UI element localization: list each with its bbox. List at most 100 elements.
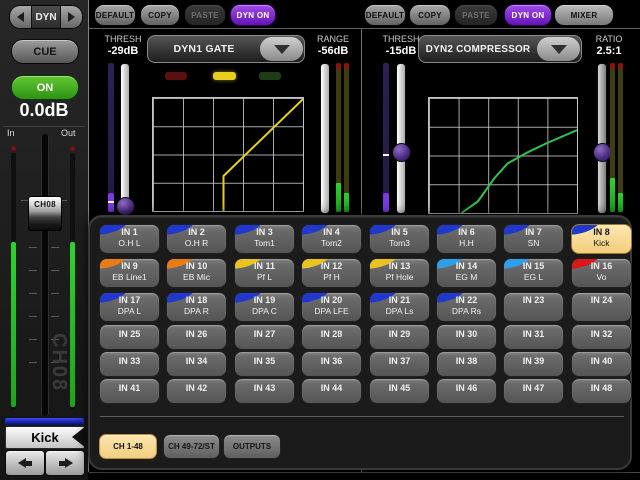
- channel-grid: IN 1O.H LIN 2O.H RIN 3Tom1IN 4Tom2IN 5To…: [90, 217, 630, 468]
- channel-button[interactable]: IN 14EG M: [436, 258, 497, 288]
- channel-button[interactable]: IN 19DPA C: [234, 292, 295, 322]
- channel-button[interactable]: IN 34: [166, 351, 227, 377]
- channel-button[interactable]: IN 36: [301, 351, 362, 377]
- prev-channel-button[interactable]: [5, 450, 45, 476]
- channel-button[interactable]: IN 21DPA Ls: [369, 292, 430, 322]
- channel-button[interactable]: IN 16Vo: [571, 258, 632, 288]
- dyn2-type-label: DYN2 COMPRESSOR: [419, 44, 537, 55]
- channel-id: IN 36: [321, 356, 343, 367]
- channel-button[interactable]: IN 41: [99, 378, 160, 404]
- channel-button[interactable]: IN 24: [571, 292, 632, 322]
- channel-button[interactable]: IN 40: [571, 351, 632, 377]
- channel-button[interactable]: IN 39: [503, 351, 564, 377]
- channel-button[interactable]: IN 44: [301, 378, 362, 404]
- channel-button[interactable]: IN 6H.H: [436, 224, 497, 254]
- in-meter-fill: [11, 242, 16, 407]
- dyn2-key-meter: [383, 63, 389, 212]
- channel-button[interactable]: IN 5Tom3: [369, 224, 430, 254]
- dyn2-ratio-slider[interactable]: [597, 63, 607, 214]
- channel-button[interactable]: IN 4Tom2: [301, 224, 362, 254]
- out-meter-fill: [70, 242, 75, 407]
- channel-id: IN 32: [591, 329, 613, 340]
- left-arrow-icon: [18, 458, 33, 468]
- channel-id: IN 14: [456, 261, 478, 272]
- tab-outputs[interactable]: OUTPUTS: [223, 434, 281, 459]
- gate-led-green: [259, 72, 281, 80]
- dyn2-on-button[interactable]: DYN ON: [504, 4, 552, 26]
- channel-button[interactable]: IN 32: [571, 324, 632, 350]
- channel-button[interactable]: IN 1O.H L: [99, 224, 160, 254]
- selector-next-button[interactable]: [61, 6, 82, 28]
- channel-button[interactable]: IN 43: [234, 378, 295, 404]
- channel-label: DPA Ls: [386, 306, 414, 316]
- dyn2-paste-button[interactable]: PASTE: [454, 4, 498, 26]
- dyn1-thresh-slider[interactable]: [120, 63, 130, 214]
- channel-button[interactable]: IN 30: [436, 324, 497, 350]
- channel-label: Pf Hole: [386, 272, 414, 282]
- next-channel-button[interactable]: [45, 450, 85, 476]
- channel-button[interactable]: IN 9EB Line1: [99, 258, 160, 288]
- channel-button[interactable]: IN 31: [503, 324, 564, 350]
- tab-ch-49-72-st[interactable]: CH 49-72/ST: [163, 434, 220, 459]
- mixer-button[interactable]: MIXER: [554, 4, 614, 26]
- dyn1-type-selector[interactable]: DYN1 GATE: [147, 35, 305, 63]
- dyn1-copy-button[interactable]: COPY: [140, 4, 180, 26]
- dyn1-default-button[interactable]: DEFAULT: [94, 4, 136, 26]
- dyn2-copy-button[interactable]: COPY: [409, 4, 451, 26]
- channel-strip: DYN CUE ON 0.0dB In Out CH08 CH08 Kick: [0, 0, 88, 480]
- channel-label: DPA LFE: [314, 306, 348, 316]
- channel-label: Pf H: [323, 272, 340, 282]
- dyn1-range-slider[interactable]: [320, 63, 330, 214]
- channel-button[interactable]: IN 29: [369, 324, 430, 350]
- channel-button[interactable]: IN 7SN: [503, 224, 564, 254]
- channel-button[interactable]: IN 37: [369, 351, 430, 377]
- dyn1-thresh-knob[interactable]: [116, 197, 135, 216]
- channel-id: IN 20: [321, 295, 343, 306]
- channel-button[interactable]: IN 10EB Mic: [166, 258, 227, 288]
- cue-button[interactable]: CUE: [11, 39, 79, 64]
- channel-button[interactable]: IN 47: [503, 378, 564, 404]
- dyn2-thresh-slider[interactable]: [396, 63, 406, 214]
- channel-button[interactable]: IN 18DPA R: [166, 292, 227, 322]
- divider: [100, 416, 624, 417]
- channel-button[interactable]: IN 46: [436, 378, 497, 404]
- dyn1-paste-button[interactable]: PASTE: [184, 4, 226, 26]
- tab-ch-1-48[interactable]: CH 1-48: [99, 434, 157, 459]
- channel-name: Kick: [31, 430, 58, 445]
- on-button[interactable]: ON: [11, 75, 79, 100]
- out-clip-led: [70, 146, 75, 151]
- range-label: RANGE: [308, 34, 358, 44]
- channel-button[interactable]: IN 45: [369, 378, 430, 404]
- selector-prev-button[interactable]: [10, 6, 31, 28]
- channel-button[interactable]: IN 26: [166, 324, 227, 350]
- channel-id: IN 39: [523, 356, 545, 367]
- channel-button[interactable]: IN 28: [301, 324, 362, 350]
- dyn2-thresh-knob[interactable]: [392, 143, 411, 162]
- dyn2-default-button[interactable]: DEFAULT: [364, 4, 406, 26]
- channel-id: IN 13: [389, 261, 411, 272]
- dyn2-type-selector[interactable]: DYN2 COMPRESSOR: [418, 35, 582, 63]
- channel-button[interactable]: IN 13Pf Hole: [369, 258, 430, 288]
- channel-button[interactable]: IN 12Pf H: [301, 258, 362, 288]
- channel-button[interactable]: IN 42: [166, 378, 227, 404]
- channel-button[interactable]: IN 48: [571, 378, 632, 404]
- dyn2-gr-meter-1: [610, 63, 615, 212]
- fader-handle[interactable]: CH08: [28, 196, 62, 231]
- selector-label-text: DYN: [35, 12, 56, 23]
- channel-button[interactable]: IN 38: [436, 351, 497, 377]
- channel-button[interactable]: IN 35: [234, 351, 295, 377]
- channel-button[interactable]: IN 25: [99, 324, 160, 350]
- channel-button[interactable]: IN 11Pf L: [234, 258, 295, 288]
- channel-button[interactable]: IN 2O.H R: [166, 224, 227, 254]
- channel-button[interactable]: IN 17DPA L: [99, 292, 160, 322]
- channel-button[interactable]: IN 27: [234, 324, 295, 350]
- channel-button[interactable]: IN 20DPA LFE: [301, 292, 362, 322]
- fader-tick: [29, 339, 37, 340]
- channel-button[interactable]: IN 22DPA Rs: [436, 292, 497, 322]
- dyn1-on-button[interactable]: DYN ON: [230, 4, 276, 26]
- channel-button[interactable]: IN 3Tom1: [234, 224, 295, 254]
- channel-button[interactable]: IN 8Kick: [571, 224, 632, 254]
- channel-button[interactable]: IN 23: [503, 292, 564, 322]
- channel-button[interactable]: IN 33: [99, 351, 160, 377]
- channel-button[interactable]: IN 15EG L: [503, 258, 564, 288]
